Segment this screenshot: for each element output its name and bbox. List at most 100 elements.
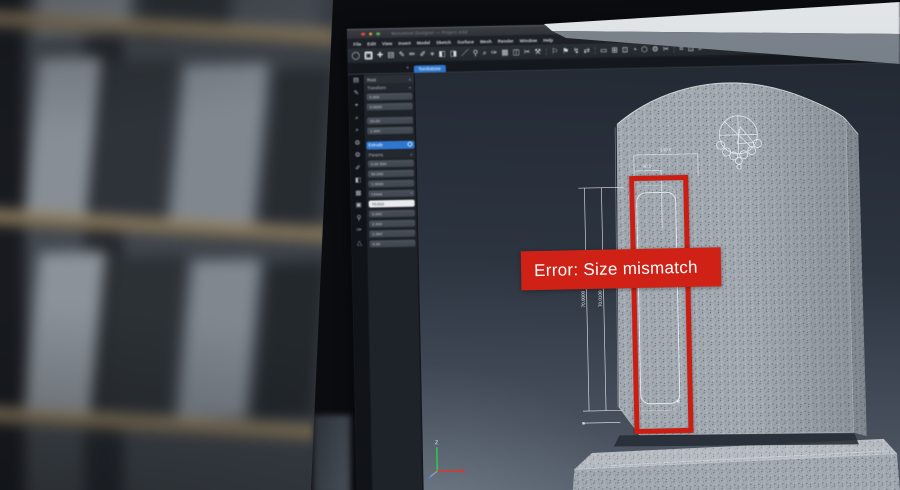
toolbar-icon[interactable]: ⬡ — [641, 46, 648, 54]
panel-field[interactable]: 0.00 — [369, 239, 415, 247]
menu-item-file[interactable]: File — [353, 41, 361, 46]
toolbar-icon[interactable]: ◔ — [632, 46, 637, 54]
tool-strip-icon[interactable]: ⌕ — [355, 115, 359, 122]
menu-item-insert[interactable]: Insert — [398, 40, 411, 45]
panel-field-active[interactable]: 70.010 — [369, 199, 415, 207]
panel-section-label: Transform — [367, 85, 386, 90]
zoom-window-dot[interactable] — [376, 32, 380, 36]
tab-tombstone[interactable]: Tombstone — [413, 64, 446, 72]
cad-application-window: Monument Designer — Project.m3d File Edit… — [347, 17, 900, 490]
menu-item-surface[interactable]: Surface — [457, 39, 474, 44]
error-banner: Error: Size mismatch — [521, 247, 722, 290]
menu-item-model[interactable]: Model — [417, 40, 430, 45]
panel-field[interactable]: 0.000 — [369, 209, 415, 217]
size-mismatch-highlight-rect — [629, 175, 693, 434]
toolbar-icon[interactable]: ▦ — [501, 49, 508, 57]
toolbar-icon[interactable]: ◨ — [450, 50, 457, 58]
toolbar-icon[interactable]: ◧ — [439, 50, 446, 58]
menu-item-render[interactable]: Render — [498, 38, 514, 43]
new-tab-button[interactable]: + — [406, 66, 410, 72]
tool-strip-icon[interactable]: ✐ — [355, 165, 361, 172]
axis-gizmo: Z — [428, 440, 466, 479]
toolbar-icon[interactable]: ✎ — [399, 51, 405, 59]
toolbar-icon[interactable]: ⌖ — [430, 50, 434, 58]
toolbar-icon[interactable]: ✑ — [491, 49, 497, 57]
toolbar-icon[interactable]: ▤ — [387, 51, 394, 59]
panel-row-selected[interactable]: Extrude — [366, 140, 414, 149]
panel-dropdown-value: Linear — [371, 191, 382, 196]
axis-z-label: Z — [435, 440, 439, 446]
bezel-reflection — [313, 415, 351, 490]
toolbar-separator: ¦ — [545, 48, 547, 55]
toolbar-icon[interactable]: ↯ — [573, 47, 579, 55]
panel-section[interactable]: Transform ▸ — [364, 83, 414, 92]
tool-strip-icon[interactable]: ✑ — [356, 228, 362, 235]
tool-strip-icon[interactable]: ▦ — [355, 190, 361, 197]
svg-text:90.0: 90.0 — [642, 164, 651, 169]
tool-strip-icon[interactable]: ✎ — [354, 90, 360, 97]
panel-spacer — [365, 135, 415, 140]
panel-field[interactable]: 90.000 — [368, 169, 414, 177]
panel-field[interactable]: 2.500 — [369, 229, 415, 237]
tool-strip-icon[interactable]: △ — [357, 240, 362, 247]
toolbar-icon[interactable]: ✂ — [663, 46, 669, 54]
tool-strip-icon[interactable]: ▣ — [356, 203, 362, 210]
toolbar-icon[interactable]: ⊞ — [611, 47, 617, 55]
toolbar-icon[interactable]: ▭ — [600, 47, 607, 55]
tool-strip-icon[interactable]: ⌖ — [355, 103, 359, 110]
toolbar-icon[interactable]: ✚ — [377, 51, 383, 59]
tool-strip-icon[interactable]: ⌕ — [355, 128, 359, 135]
panel-field[interactable]: 1.0000 — [368, 179, 414, 187]
panel-field[interactable]: 0.0000 — [367, 102, 413, 110]
panel-spacer — [365, 111, 415, 116]
panel-header-label: Root — [367, 77, 376, 82]
tool-strip-icon[interactable]: ⚙ — [354, 140, 360, 147]
panel-dropdown[interactable]: Linear ▾ — [368, 189, 414, 197]
tool-strip-icon[interactable]: ⚲ — [357, 215, 362, 222]
panel-section[interactable]: Params ▸ — [366, 150, 416, 159]
toolbar-separator: ¦ — [594, 47, 596, 54]
toolbar-icon[interactable]: ◫ — [513, 49, 520, 57]
tool-strip-icon[interactable]: ▤ — [353, 78, 359, 85]
toolbar-icon[interactable]: ⊡ — [622, 46, 628, 54]
toolbar-icon[interactable]: ⚙ — [652, 46, 659, 54]
minimize-window-dot[interactable] — [369, 32, 373, 36]
tool-strip-icon[interactable]: ◧ — [355, 178, 361, 185]
viewport-canvas[interactable]: 140.0 90.0 70.0000 70.0100 — [415, 63, 900, 490]
window-title: Monument Designer — Project.m3d — [392, 29, 468, 36]
panel-field[interactable]: 20.00 — [367, 116, 413, 124]
panel-field[interactable]: 2.000 — [369, 219, 415, 227]
panel-section-label: Params — [369, 152, 384, 157]
toolbar-icon[interactable]: ⚲ — [473, 50, 479, 58]
toolbar-icon[interactable]: ✐ — [420, 51, 426, 59]
panel-field[interactable]: 1.000 — [367, 126, 413, 134]
menu-item-sketch[interactable]: Sketch — [436, 39, 451, 44]
toggle-badge-icon — [407, 142, 412, 147]
svg-text:70.0000: 70.0000 — [581, 290, 586, 307]
menu-item-help[interactable]: Help — [543, 37, 553, 42]
chevron-icon: ▸ — [409, 84, 411, 89]
toolbar-icon[interactable]: ✏ — [409, 51, 415, 59]
toolbar-icon[interactable]: ⚑ — [562, 48, 569, 56]
panel-field[interactable]: 0.00 500 — [368, 159, 414, 167]
toolbar-icon[interactable]: ⇄ — [584, 47, 590, 55]
toolbar-icon[interactable]: ⚒ — [534, 48, 541, 56]
toolbar-icon[interactable]: ✂ — [524, 48, 530, 56]
toolbar-icon[interactable]: ⌕ — [482, 49, 486, 57]
menu-item-edit[interactable]: Edit — [367, 41, 376, 46]
menu-item-window[interactable]: Window — [520, 38, 538, 43]
svg-text:70.0100: 70.0100 — [598, 290, 603, 307]
panel-field[interactable]: 0.000 — [366, 92, 412, 100]
toolbar-icon-active[interactable]: ▣ — [364, 51, 373, 59]
menu-item-mesh[interactable]: Mesh — [480, 38, 492, 43]
chevron-icon: ▸ — [411, 151, 413, 156]
tool-strip-icon[interactable]: ⚙ — [355, 153, 361, 160]
chevron-down-icon: ▾ — [410, 190, 412, 195]
panel-selected-label: Extrude — [368, 142, 383, 147]
toolbar-icon[interactable]: ◯ — [351, 52, 360, 60]
toolbar-icon[interactable]: ⚐ — [551, 48, 558, 56]
close-window-dot[interactable] — [361, 32, 365, 36]
menu-item-view[interactable]: View — [382, 41, 392, 46]
photo-of-monitor-scene: Monument Designer — Project.m3d File Edit… — [0, 0, 900, 490]
toolbar-icon[interactable]: ／ — [461, 50, 469, 58]
